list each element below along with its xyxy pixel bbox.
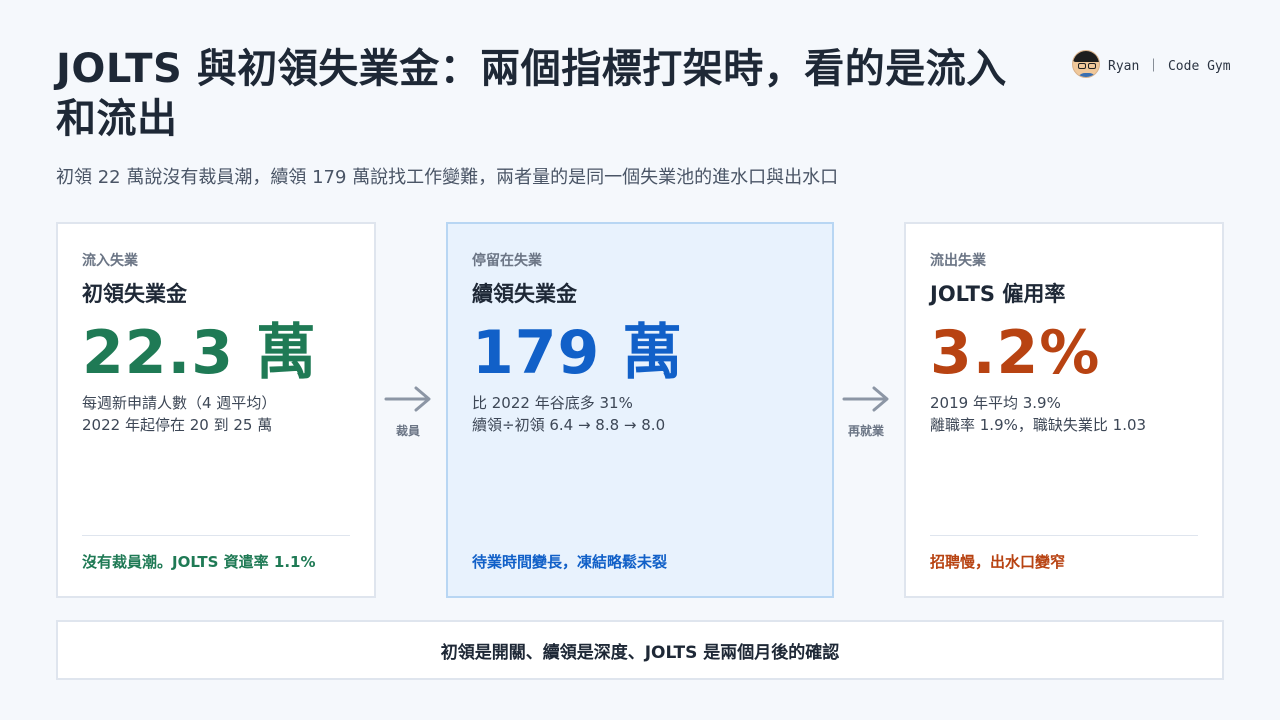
avatar-icon xyxy=(1072,50,1100,78)
brand-name: Ryan ｜ Code Gym xyxy=(1108,58,1231,74)
arrow-label: 再就業 xyxy=(847,424,884,438)
card-title: JOLTS 僱用率 xyxy=(930,282,1066,306)
summary-text: 初領是開關、續領是深度、JOLTS 是兩個月後的確認 xyxy=(440,642,840,663)
card-notes: 每週新申請人數（4 週平均） 2022 年起停在 20 到 25 萬 xyxy=(82,392,350,436)
arrow-right-icon xyxy=(384,386,431,412)
card-value: 22.3 萬 xyxy=(82,318,317,388)
arrow-label: 裁員 xyxy=(395,424,420,438)
card-footer: 沒有裁員潮。JOLTS 資遣率 1.1% xyxy=(82,553,316,571)
card-notes: 2019 年平均 3.9% 離職率 1.9%，職缺失業比 1.03 xyxy=(930,392,1198,436)
card-note: 比 2022 年谷底多 31% xyxy=(472,394,633,412)
card-note: 續領÷初領 6.4 → 8.8 → 8.0 xyxy=(472,416,666,434)
card-footer: 招聘慢，出水口變窄 xyxy=(930,553,1066,571)
summary-bar: 初領是開關、續領是深度、JOLTS 是兩個月後的確認 xyxy=(56,620,1224,680)
card-value: 179 萬 xyxy=(472,318,684,388)
card-notes: 比 2022 年谷底多 31% 續領÷初領 6.4 → 8.8 → 8.0 xyxy=(472,392,808,436)
card-title: 初領失業金 xyxy=(82,282,187,306)
card-footer: 待業時間變長，凍結略鬆未裂 xyxy=(472,553,668,571)
card-kicker: 流入失業 xyxy=(82,253,138,269)
arrow-layoff: 裁員 xyxy=(382,384,434,439)
card-note: 每週新申請人數（4 週平均） xyxy=(82,394,277,412)
card-inflow: 流入失業 初領失業金 22.3 萬 每週新申請人數（4 週平均） 2022 年起… xyxy=(56,222,376,598)
card-note: 離職率 1.9%，職缺失業比 1.03 xyxy=(930,416,1147,434)
card-stock: 停留在失業 續領失業金 179 萬 比 2022 年谷底多 31% 續領÷初領 … xyxy=(446,222,834,598)
card-outflow: 流出失業 JOLTS 僱用率 3.2% 2019 年平均 3.9% 離職率 1.… xyxy=(904,222,1224,598)
brand: Ryan ｜ Code Gym xyxy=(1072,50,1231,78)
card-note: 2019 年平均 3.9% xyxy=(930,394,1061,412)
card-divider xyxy=(472,535,808,536)
arrow-right-icon xyxy=(842,386,889,412)
card-note: 2022 年起停在 20 到 25 萬 xyxy=(82,416,273,434)
card-title: 續領失業金 xyxy=(472,282,577,306)
subtitle: 初領 22 萬說沒有裁員潮，續領 179 萬說找工作變難，兩者量的是同一個失業池… xyxy=(56,167,839,188)
card-divider xyxy=(930,535,1198,536)
card-divider xyxy=(82,535,350,536)
page-title: JOLTS 與初領失業金：兩個指標打架時，看的是流入和流出 xyxy=(56,46,1007,142)
card-value: 3.2% xyxy=(930,318,1101,388)
card-kicker: 流出失業 xyxy=(930,253,986,269)
card-kicker: 停留在失業 xyxy=(472,253,542,269)
arrow-rehire: 再就業 xyxy=(840,384,892,439)
